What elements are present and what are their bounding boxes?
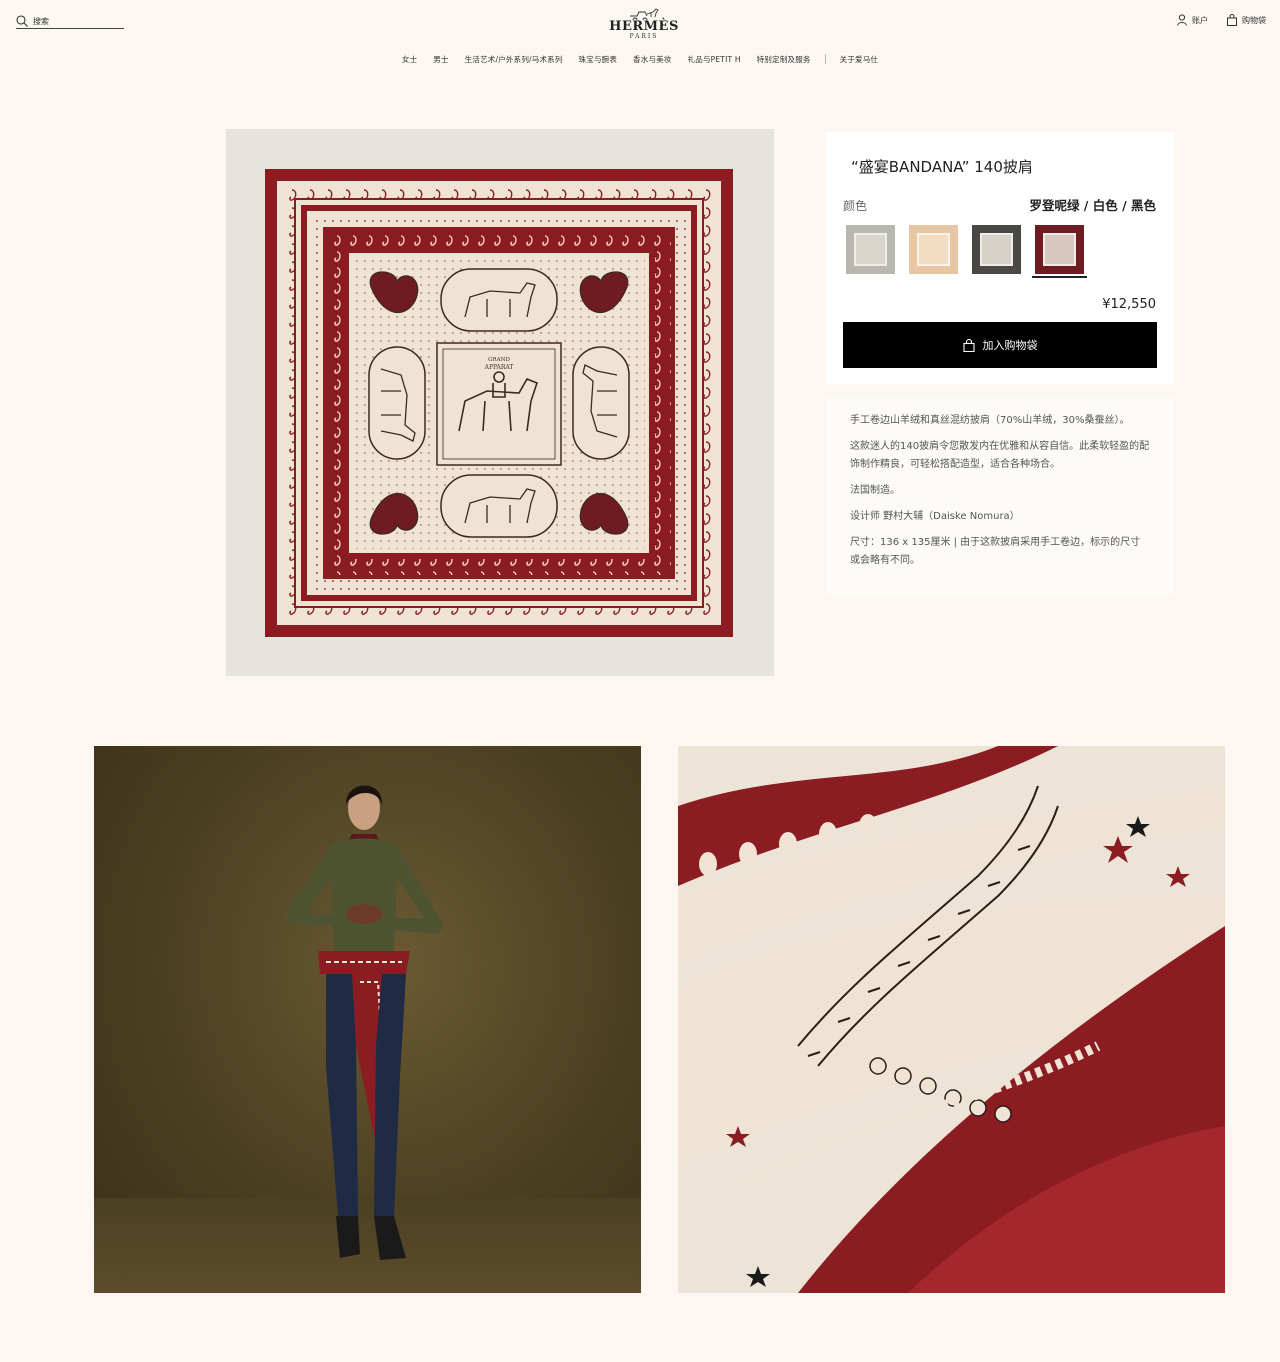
- shopping-bag-icon: [962, 338, 975, 352]
- search-field[interactable]: 搜索: [16, 14, 124, 29]
- nav-item-women[interactable]: 女士: [394, 54, 425, 65]
- scarf-text-grand: GRAND: [488, 357, 510, 363]
- color-swatch-charcoal[interactable]: [969, 222, 1024, 278]
- add-to-cart-button[interactable]: 加入购物袋: [843, 322, 1157, 368]
- description-origin: 法国制造。: [850, 485, 900, 496]
- swatch-thumbnail: [846, 225, 895, 274]
- account-label: 账户: [1192, 15, 1208, 25]
- brand-logo[interactable]: HERMÈS PARIS: [600, 6, 688, 40]
- swatch-thumbnail-center: [917, 233, 950, 266]
- color-label: 颜色: [843, 199, 868, 213]
- description-size: 尺寸：136 x 135厘米 | 由于这款披肩采用手工卷边，标示的尺寸或会略有不…: [850, 537, 1141, 566]
- model-photo[interactable]: [94, 746, 641, 1293]
- nav-item-special-orders[interactable]: 特别定制及服务: [749, 54, 819, 65]
- swatch-thumbnail-center: [980, 233, 1013, 266]
- header-actions: 账户 购物袋: [1176, 14, 1266, 26]
- nav-item-jewelry-watches[interactable]: 珠宝与腕表: [571, 54, 626, 65]
- search-label: 搜索: [33, 16, 49, 26]
- description-body: 这款迷人的140披肩令您散发内在优雅和从容自信。此柔软轻盈的配饰制作精良，可轻松…: [850, 441, 1150, 470]
- nav-item-gifts-petit-h[interactable]: 礼品与PETIT H: [680, 54, 749, 65]
- swatch-thumbnail: [972, 225, 1021, 274]
- swatch-thumbnail-center: [854, 233, 887, 266]
- description-designer: 设计师 野村大辅（Daiske Nomura）: [850, 511, 1020, 522]
- color-value: 罗登呢绿 / 白色 / 黑色: [1029, 198, 1156, 213]
- swatch-thumbnail: [1035, 225, 1084, 274]
- nav-item-home-outdoor-equestrian[interactable]: 生活艺术/户外系列/马术系列: [457, 54, 571, 65]
- product-description: 手工卷边山羊绒和真丝混纺披肩（70%山羊绒，30%桑蚕丝）。 这款迷人的140披…: [826, 398, 1174, 596]
- main-nav: 女士 男士 生活艺术/户外系列/马术系列 珠宝与腕表 香水与美妆 礼品与PETI…: [0, 54, 1280, 65]
- color-swatch-peach[interactable]: [906, 222, 961, 278]
- swatch-thumbnail-center: [1043, 233, 1076, 266]
- carriage-logo-icon: [630, 8, 659, 20]
- scarf-text-apparat: APPARAT: [484, 364, 514, 371]
- nav-item-fragrance-beauty[interactable]: 香水与美妆: [625, 54, 680, 65]
- shopping-bag-icon: [1227, 14, 1237, 26]
- brand-city: PARIS: [629, 33, 659, 40]
- product-image[interactable]: GRAND APPARAT: [226, 129, 774, 676]
- brand-name: HERMÈS: [609, 19, 679, 34]
- search-icon: [16, 15, 28, 27]
- model-figure: [284, 785, 444, 1260]
- cart-label: 购物袋: [1242, 15, 1266, 25]
- cart-link[interactable]: 购物袋: [1226, 14, 1266, 26]
- color-swatches: [843, 222, 1087, 278]
- scarf-illustration: GRAND APPARAT: [265, 169, 733, 637]
- swatch-thumbnail: [909, 225, 958, 274]
- fabric-detail-photo[interactable]: [678, 746, 1225, 1293]
- nav-item-about[interactable]: 关于爱马仕: [832, 54, 887, 65]
- nav-item-men[interactable]: 男士: [425, 54, 456, 65]
- description-material: 手工卷边山羊绒和真丝混纺披肩（70%山羊绒，30%桑蚕丝）。: [850, 415, 1130, 426]
- color-swatch-grey[interactable]: [843, 222, 898, 278]
- color-swatch-burgundy[interactable]: [1032, 222, 1087, 278]
- product-title: “盛宴BANDANA” 140披肩: [851, 158, 1033, 176]
- product-price: ¥12,550: [1102, 297, 1156, 312]
- user-icon: [1177, 14, 1187, 26]
- add-to-cart-label: 加入购物袋: [982, 339, 1038, 352]
- product-info-card: “盛宴BANDANA” 140披肩 颜色 罗登呢绿 / 白色 / 黑色 ¥12,…: [826, 132, 1174, 384]
- nav-divider: [824, 54, 826, 64]
- account-link[interactable]: 账户: [1176, 14, 1208, 26]
- fabric-pattern: [678, 746, 1225, 1293]
